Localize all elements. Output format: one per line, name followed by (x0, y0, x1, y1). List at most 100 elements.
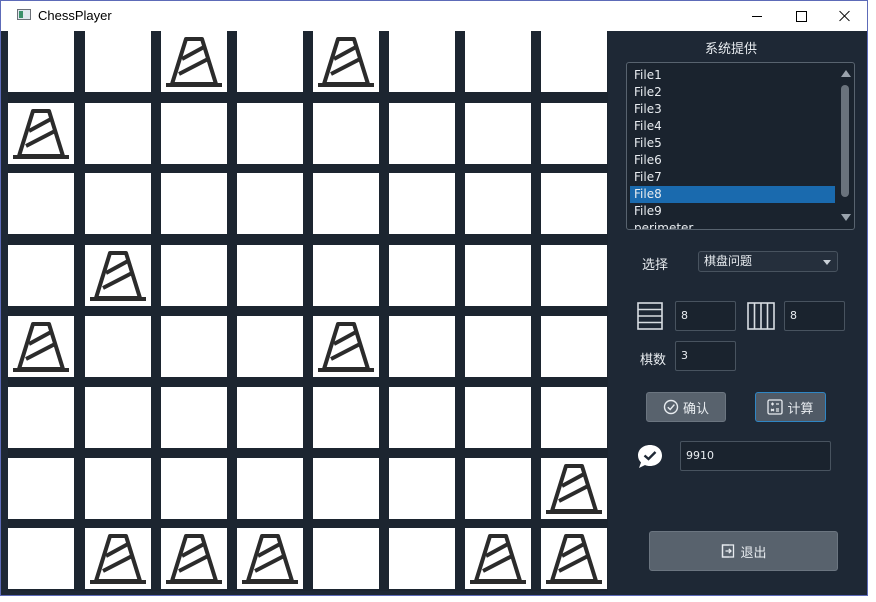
file-list-item[interactable]: File2 (630, 84, 835, 101)
check-circle-icon (663, 399, 679, 415)
columns-input[interactable]: 8 (784, 301, 845, 331)
board-cell[interactable] (8, 173, 74, 234)
problem-select[interactable]: 棋盘问题 (698, 251, 838, 272)
board-cell[interactable] (8, 458, 74, 519)
board-cell[interactable] (85, 316, 151, 377)
board-cell[interactable] (161, 528, 227, 589)
board-cell[interactable] (237, 245, 303, 306)
board-cell[interactable] (389, 31, 455, 92)
board-cell[interactable] (389, 528, 455, 589)
board-cell[interactable] (237, 528, 303, 589)
app-icon (17, 9, 31, 20)
traffic-cone-icon (90, 534, 146, 584)
maximize-button[interactable] (779, 1, 823, 31)
file-list-item[interactable]: File8 (630, 186, 835, 203)
close-button[interactable] (823, 1, 867, 31)
chess-board (8, 31, 608, 591)
board-cell[interactable] (541, 31, 607, 92)
board-cell[interactable] (85, 245, 151, 306)
board-cell[interactable] (541, 173, 607, 234)
scroll-down-arrow-icon[interactable] (841, 214, 851, 221)
minimize-button[interactable] (735, 1, 779, 31)
count-input[interactable]: 3 (675, 341, 736, 371)
board-cell[interactable] (389, 387, 455, 448)
board-cell[interactable] (389, 173, 455, 234)
board-cell[interactable] (8, 316, 74, 377)
file-list-item[interactable]: File1 (630, 67, 835, 84)
board-cell[interactable] (161, 458, 227, 519)
board-cell[interactable] (85, 458, 151, 519)
board-cell[interactable] (465, 245, 531, 306)
board-cell[interactable] (161, 387, 227, 448)
board-cell[interactable] (465, 528, 531, 589)
board-cell[interactable] (161, 245, 227, 306)
board-cell[interactable] (8, 387, 74, 448)
file-list-item[interactable]: File9 (630, 203, 835, 220)
calculator-icon (767, 399, 784, 415)
board-cell[interactable] (85, 173, 151, 234)
board-cell[interactable] (161, 31, 227, 92)
board-cell[interactable] (389, 103, 455, 164)
board-cell[interactable] (237, 31, 303, 92)
traffic-cone-icon (242, 534, 298, 584)
file-list-scrollbar[interactable] (837, 63, 853, 229)
board-cell[interactable] (8, 245, 74, 306)
board-cell[interactable] (465, 103, 531, 164)
board-cell[interactable] (313, 103, 379, 164)
board-cell[interactable] (161, 103, 227, 164)
confirm-button[interactable]: 确认 (646, 392, 726, 422)
file-list-item[interactable]: File4 (630, 118, 835, 135)
board-cell[interactable] (465, 387, 531, 448)
board-cell[interactable] (85, 387, 151, 448)
board-cell[interactable] (313, 31, 379, 92)
board-cell[interactable] (8, 528, 74, 589)
rows-icon (637, 302, 663, 330)
exit-button[interactable]: 退出 (649, 531, 838, 571)
board-cell[interactable] (85, 31, 151, 92)
board-cell[interactable] (541, 245, 607, 306)
board-cell[interactable] (237, 173, 303, 234)
board-cell[interactable] (161, 173, 227, 234)
board-cell[interactable] (85, 528, 151, 589)
chat-check-icon (638, 445, 662, 468)
board-cell[interactable] (237, 387, 303, 448)
file-list-item[interactable]: File7 (630, 169, 835, 186)
board-cell[interactable] (465, 316, 531, 377)
scrollbar-thumb[interactable] (841, 85, 849, 197)
board-cell[interactable] (313, 458, 379, 519)
board-cell[interactable] (389, 245, 455, 306)
board-cell[interactable] (541, 458, 607, 519)
file-list[interactable]: File1 File2 File3 File4 File5 File6 File7 File8… (626, 62, 855, 230)
rows-input[interactable]: 8 (675, 301, 736, 331)
file-list-item[interactable]: File6 (630, 152, 835, 169)
board-cell[interactable] (237, 316, 303, 377)
board-cell[interactable] (237, 458, 303, 519)
scroll-up-arrow-icon[interactable] (841, 70, 851, 77)
board-cell[interactable] (389, 316, 455, 377)
result-output[interactable]: 9910 (680, 441, 831, 471)
board-cell[interactable] (541, 528, 607, 589)
board-cell[interactable] (313, 528, 379, 589)
board-cell[interactable] (313, 316, 379, 377)
file-list-item[interactable]: File3 (630, 101, 835, 118)
board-cell[interactable] (313, 245, 379, 306)
board-cell[interactable] (465, 31, 531, 92)
board-cell[interactable] (465, 173, 531, 234)
file-list-item[interactable]: File5 (630, 135, 835, 152)
board-cell[interactable] (313, 387, 379, 448)
board-cell[interactable] (541, 316, 607, 377)
board-cell[interactable] (313, 173, 379, 234)
board-cell[interactable] (389, 458, 455, 519)
board-cell[interactable] (8, 103, 74, 164)
board-cell[interactable] (465, 458, 531, 519)
chevron-down-icon (823, 260, 831, 265)
board-cell[interactable] (541, 103, 607, 164)
calculate-button[interactable]: 计算 (755, 392, 826, 422)
minimize-icon (752, 15, 762, 17)
board-cell[interactable] (161, 316, 227, 377)
board-cell[interactable] (237, 103, 303, 164)
board-cell[interactable] (8, 31, 74, 92)
file-list-item[interactable]: perimeter (630, 220, 835, 229)
board-cell[interactable] (85, 103, 151, 164)
board-cell[interactable] (541, 387, 607, 448)
